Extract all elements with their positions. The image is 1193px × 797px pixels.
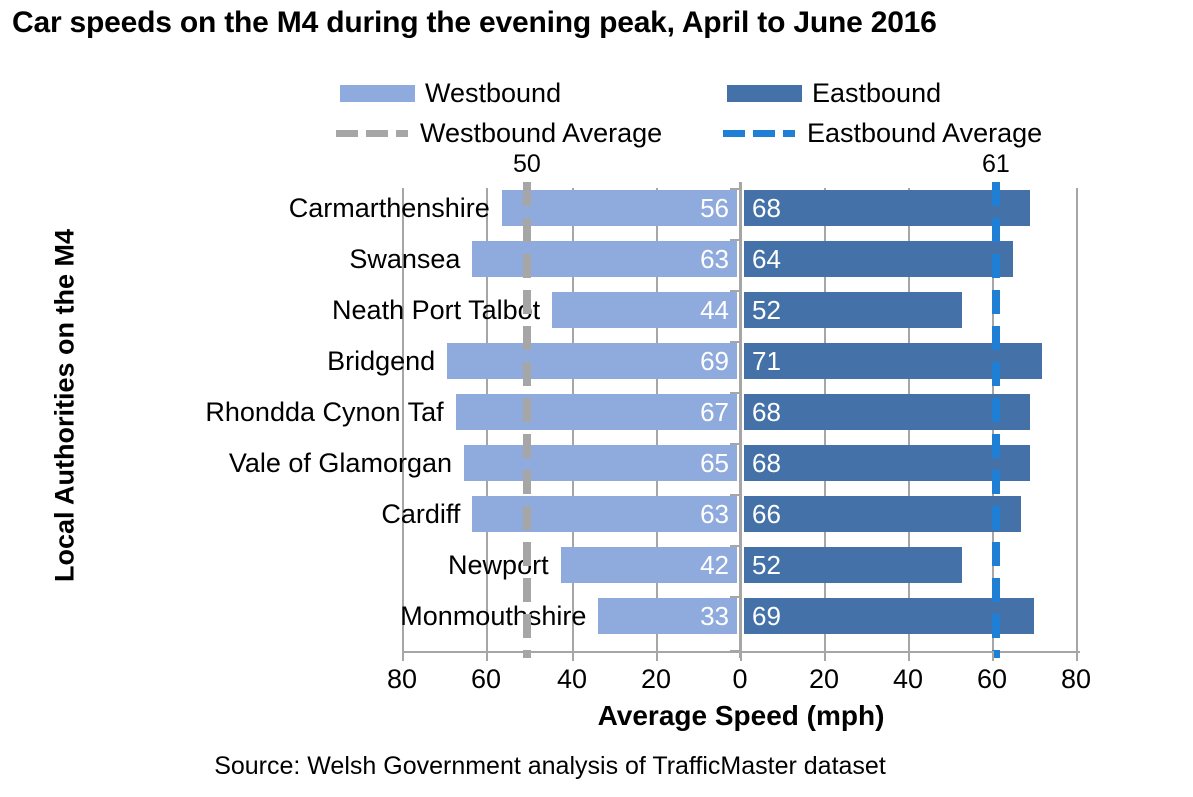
eastbound-bar-value: 68 — [752, 448, 781, 478]
westbound-bar-value: 63 — [700, 499, 729, 529]
eastbound-bar-value: 64 — [752, 244, 781, 274]
bar-row: Swansea 63 64 — [0, 241, 1193, 277]
x-axis-tick-label: 40 — [892, 664, 924, 694]
westbound-bar[interactable]: 44 — [552, 292, 737, 328]
bar-row: Bridgend 69 71 — [0, 343, 1193, 379]
eastbound-average-value: 61 — [982, 150, 1010, 178]
westbound-bar-value: 63 — [700, 244, 729, 274]
bar-row: Carmarthenshire 56 68 — [0, 190, 1193, 226]
eastbound-bar[interactable]: 68 — [744, 445, 1030, 481]
westbound-bar[interactable]: 63 — [472, 241, 737, 277]
legend-label-westbound-average: Westbound Average — [420, 117, 663, 148]
bar-row: Neath Port Talbot 44 52 — [0, 292, 1193, 328]
bar-row: Vale of Glamorgan 65 68 — [0, 445, 1193, 481]
x-axis-title: Average Speed (mph) — [597, 700, 885, 731]
eastbound-bar-value: 68 — [752, 397, 781, 427]
category-label: Swansea — [349, 244, 461, 274]
westbound-bar[interactable]: 65 — [464, 445, 737, 481]
westbound-bar-value: 65 — [700, 448, 729, 478]
eastbound-bar[interactable]: 68 — [744, 394, 1030, 430]
westbound-bar-value: 44 — [700, 295, 729, 325]
category-label: Bridgend — [327, 346, 436, 376]
chart-page: Car speeds on the M4 during the evening … — [0, 0, 1193, 797]
bar-row: Rhondda Cynon Taf 67 68 — [0, 394, 1193, 430]
eastbound-bar-value: 66 — [752, 499, 781, 529]
category-label: Vale of Glamorgan — [228, 448, 452, 478]
westbound-bar[interactable]: 67 — [455, 394, 737, 430]
westbound-bar[interactable]: 42 — [560, 547, 737, 583]
westbound-average-value: 50 — [513, 150, 541, 178]
legend-item-westbound-average[interactable]: Westbound Average — [336, 116, 662, 150]
category-label: Rhondda Cynon Taf — [205, 397, 444, 427]
legend-item-eastbound[interactable]: Eastbound — [727, 76, 941, 110]
eastbound-bar[interactable]: 66 — [744, 496, 1022, 532]
x-axis-tick-label: 60 — [470, 664, 502, 694]
westbound-average-line — [523, 182, 531, 658]
eastbound-average-line — [992, 182, 1000, 658]
legend-row-averages: Westbound Average Eastbound Average — [0, 116, 1193, 150]
legend-label-eastbound-average: Eastbound Average — [807, 117, 1043, 148]
legend-label-eastbound: Eastbound — [812, 77, 942, 108]
bar-row: Monmouthshire 33 69 — [0, 598, 1193, 634]
eastbound-bar[interactable]: 52 — [744, 547, 963, 583]
x-axis-tick-label: 60 — [976, 664, 1008, 694]
westbound-bar[interactable]: 63 — [472, 496, 737, 532]
eastbound-swatch-icon — [727, 84, 802, 102]
legend-item-westbound[interactable]: Westbound — [340, 76, 561, 110]
eastbound-bar-value: 52 — [752, 550, 781, 580]
eastbound-bar-value: 71 — [752, 346, 781, 376]
y-axis-title: Local Authorities on the M4 — [49, 228, 80, 583]
source-note: Source: Welsh Government analysis of Tra… — [214, 752, 886, 780]
category-label: Monmouthshire — [400, 601, 587, 631]
eastbound-bar-value: 52 — [752, 295, 781, 325]
dashed-line-blue-icon — [723, 116, 803, 150]
eastbound-bar[interactable]: 52 — [744, 292, 963, 328]
westbound-bar-value: 33 — [700, 601, 729, 631]
westbound-bar-value: 69 — [700, 346, 729, 376]
category-label: Carmarthenshire — [288, 193, 490, 223]
eastbound-bar[interactable]: 69 — [744, 598, 1034, 634]
legend-item-eastbound-average[interactable]: Eastbound Average — [723, 116, 1042, 150]
category-label: Neath Port Talbot — [332, 295, 541, 325]
westbound-bar[interactable]: 33 — [598, 598, 737, 634]
category-label: Cardiff — [381, 499, 461, 529]
eastbound-bar-value: 69 — [752, 601, 781, 631]
x-axis-tick-label: 80 — [1060, 664, 1092, 694]
dashed-line-grey-icon — [336, 116, 416, 150]
westbound-bar[interactable]: 56 — [501, 190, 737, 226]
chart-title: Car speeds on the M4 during the evening … — [12, 6, 937, 39]
x-axis-tick-label: 20 — [640, 664, 672, 694]
legend-row-series: Westbound Eastbound — [0, 76, 1193, 110]
westbound-bar-value: 42 — [700, 550, 729, 580]
x-axis-tick-label: 40 — [556, 664, 588, 694]
westbound-bar-value: 56 — [700, 193, 729, 223]
eastbound-bar[interactable]: 64 — [744, 241, 1013, 277]
x-axis-tick-label: 80 — [386, 664, 418, 694]
legend-label-westbound: Westbound — [425, 77, 562, 108]
eastbound-bar[interactable]: 68 — [744, 190, 1030, 226]
chart-legend: Westbound Eastbound Westbound Average Ea… — [0, 76, 1193, 148]
x-axis-tick-label: 0 — [732, 664, 748, 694]
bar-row: Newport 42 52 — [0, 547, 1193, 583]
category-label: Newport — [448, 550, 549, 580]
bar-row: Cardiff 63 66 — [0, 496, 1193, 532]
eastbound-bar-value: 68 — [752, 193, 781, 223]
x-axis-tick-label: 20 — [808, 664, 840, 694]
westbound-bar[interactable]: 69 — [447, 343, 737, 379]
westbound-swatch-icon — [340, 84, 415, 102]
westbound-bar-value: 67 — [700, 397, 729, 427]
